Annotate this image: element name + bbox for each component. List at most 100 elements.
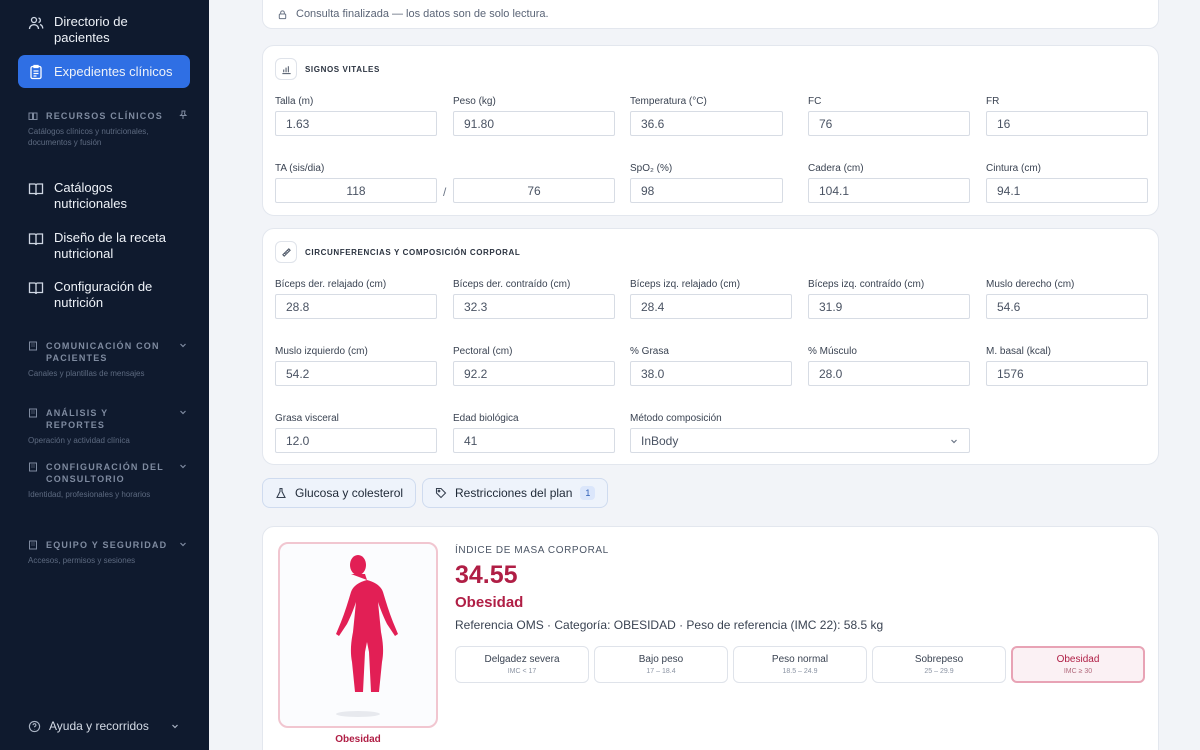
section-title: ANÁLISIS Y REPORTES xyxy=(46,408,109,430)
help-circle-icon xyxy=(28,720,41,732)
weight-input[interactable]: 91.80 xyxy=(453,111,615,136)
biceps-left-contracted-input[interactable]: 31.9 xyxy=(808,294,970,319)
button-label: Glucosa y colesterol xyxy=(295,486,404,500)
field-label: Edad biológica xyxy=(453,413,519,424)
body-silhouette-icon xyxy=(336,555,398,717)
field-label: Método composición xyxy=(630,413,722,424)
figure-caption: Obesidad xyxy=(335,734,381,745)
field-label: Grasa visceral xyxy=(275,413,339,424)
biceps-left-relaxed-input[interactable]: 28.4 xyxy=(630,294,792,319)
segment-range: IMC ≥ 30 xyxy=(1063,668,1093,675)
sidebar-item-label: Catálogos nutricionales xyxy=(54,180,127,211)
spo2-input[interactable]: 98 xyxy=(630,178,783,203)
biceps-right-contracted-input[interactable]: 32.3 xyxy=(453,294,615,319)
chevron-down-icon xyxy=(180,343,186,348)
temperature-input[interactable]: 36.6 xyxy=(630,111,783,136)
heart-rate-input[interactable]: 76 xyxy=(808,111,970,136)
building-icon xyxy=(29,408,37,418)
thigh-left-input[interactable]: 54.2 xyxy=(275,361,437,386)
bmi-scale-segment-active: Obesidad IMC ≥ 30 xyxy=(1011,646,1145,683)
pectoral-input[interactable]: 92.2 xyxy=(453,361,615,386)
bp-systolic-input[interactable]: 118 xyxy=(275,178,437,203)
bp-systolic-field: TA (sis/dia) 118 xyxy=(275,163,437,203)
section-clinical-resources[interactable]: RECURSOS CLÍNICOS Catálogos clínicos y n… xyxy=(28,110,188,148)
card-title: SIGNOS VITALES xyxy=(305,64,380,74)
waist-field: Cintura (cm) 94.1 xyxy=(986,163,1148,203)
readonly-notice: Consulta finalizada — los datos son de s… xyxy=(262,0,1159,29)
visceral-fat-input[interactable]: 12.0 xyxy=(275,428,437,453)
chevron-down-icon xyxy=(180,464,186,469)
muscle-percent-input[interactable]: 28.0 xyxy=(808,361,970,386)
section-title: EQUIPO Y SEGURIDAD xyxy=(46,540,168,550)
field-label: Talla (m) xyxy=(275,96,314,107)
section-analysis-reports[interactable]: ANÁLISIS Y REPORTES Operación y activida… xyxy=(28,407,188,446)
thigh-right-field: Muslo derecho (cm) 54.6 xyxy=(986,279,1148,319)
bp-diastolic-field: 76 xyxy=(453,163,615,203)
basal-metabolism-input[interactable]: 1576 xyxy=(986,361,1148,386)
plan-restrictions-button[interactable]: Restricciones del plan 1 xyxy=(422,478,609,508)
bmi-scale-segment: Sobrepeso 25 – 29.9 xyxy=(872,646,1006,683)
users-icon xyxy=(28,16,44,30)
field-label: Bíceps der. relajado (cm) xyxy=(275,279,387,290)
segment-name: Sobrepeso xyxy=(914,654,964,665)
segment-range: 17 – 18.4 xyxy=(646,668,676,675)
chevron-down-icon xyxy=(180,542,186,547)
book-icon xyxy=(28,282,44,295)
sidebar-item-nutrition-config[interactable]: Configuración de nutrición xyxy=(28,279,159,311)
chevron-down-icon xyxy=(951,439,957,443)
building-icon xyxy=(29,462,37,472)
book-icon xyxy=(28,183,44,196)
height-input[interactable]: 1.63 xyxy=(275,111,437,136)
section-patient-communication[interactable]: COMUNICACIÓN CON PACIENTES Canales y pla… xyxy=(28,340,188,379)
biceps-right-relaxed-input[interactable]: 28.8 xyxy=(275,294,437,319)
sidebar-item-label: Directorio de pacientes xyxy=(54,14,128,45)
building-icon xyxy=(29,540,37,550)
select-value: InBody xyxy=(641,433,679,448)
section-team-security[interactable]: EQUIPO Y SEGURIDAD Accesos, permisos y s… xyxy=(28,539,188,566)
composition-method-select[interactable]: InBody xyxy=(630,428,970,453)
heart-rate-field: FC 76 xyxy=(808,96,970,136)
biceps-left-relaxed-field: Bíceps izq. relajado (cm) 28.4 xyxy=(630,279,792,319)
notice-text: Consulta finalizada — los datos son de s… xyxy=(296,8,549,20)
composition-method-field: Método composición InBody xyxy=(630,413,970,453)
fat-percent-field: % Grasa 38.0 xyxy=(630,346,792,386)
tag-icon xyxy=(435,487,447,499)
field-label: M. basal (kcal) xyxy=(986,346,1052,357)
bmi-reference: Referencia OMS · Categoría: OBESIDAD · P… xyxy=(455,618,884,632)
field-label: Muslo izquierdo (cm) xyxy=(275,346,368,357)
sidebar-item-nutrition-catalogs[interactable]: Catálogos nutricionales xyxy=(28,180,144,212)
sidebar-item-patient-directory[interactable]: Directorio de pacientes xyxy=(28,14,146,46)
field-label: Temperatura (°C) xyxy=(630,96,707,107)
segment-name: Delgadez severa xyxy=(484,654,560,665)
biological-age-input[interactable]: 41 xyxy=(453,428,615,453)
main-content: Consulta finalizada — los datos son de s… xyxy=(209,0,1200,750)
help-tours-button[interactable]: Ayuda y recorridos xyxy=(28,719,180,733)
hip-field: Cadera (cm) 104.1 xyxy=(808,163,970,203)
section-description: Catálogos clínicos y nutricionales, docu… xyxy=(28,127,149,147)
temperature-field: Temperatura (°C) 36.6 xyxy=(630,96,783,136)
pin-icon[interactable] xyxy=(178,110,188,120)
fat-percent-input[interactable]: 38.0 xyxy=(630,361,792,386)
sidebar-item-recipe-design[interactable]: Diseño de la receta nutricional xyxy=(28,230,169,262)
sidebar-item-clinical-records[interactable]: Expedientes clínicos xyxy=(18,55,190,88)
thigh-left-field: Muslo izquierdo (cm) 54.2 xyxy=(275,346,437,386)
book-icon xyxy=(28,233,44,246)
segment-range: IMC < 17 xyxy=(507,668,537,675)
waist-input[interactable]: 94.1 xyxy=(986,178,1148,203)
card-title: CIRCUNFERENCIAS Y COMPOSICIÓN CORPORAL xyxy=(305,247,521,257)
field-label: Bíceps der. contraído (cm) xyxy=(453,279,571,290)
body-figure xyxy=(278,542,438,728)
resp-rate-input[interactable]: 16 xyxy=(986,111,1148,136)
height-field: Talla (m) 1.63 xyxy=(275,96,437,136)
field-label: SpO₂ (%) xyxy=(630,163,673,174)
glucose-cholesterol-button[interactable]: Glucosa y colesterol xyxy=(262,478,417,508)
thigh-right-input[interactable]: 54.6 xyxy=(986,294,1148,319)
vital-signs-card: SIGNOS VITALES Talla (m) 1.63 Peso (kg) … xyxy=(262,45,1159,216)
hip-input[interactable]: 104.1 xyxy=(808,178,970,203)
biceps-right-contracted-field: Bíceps der. contraído (cm) 32.3 xyxy=(453,279,615,319)
sidebar-item-label: Diseño de la receta nutricional xyxy=(54,230,167,261)
bp-diastolic-input[interactable]: 76 xyxy=(453,178,615,203)
section-clinic-config[interactable]: CONFIGURACIÓN DEL CONSULTORIO Identidad,… xyxy=(28,461,188,500)
field-label: % Músculo xyxy=(808,346,857,357)
bp-separator: / xyxy=(443,185,447,199)
